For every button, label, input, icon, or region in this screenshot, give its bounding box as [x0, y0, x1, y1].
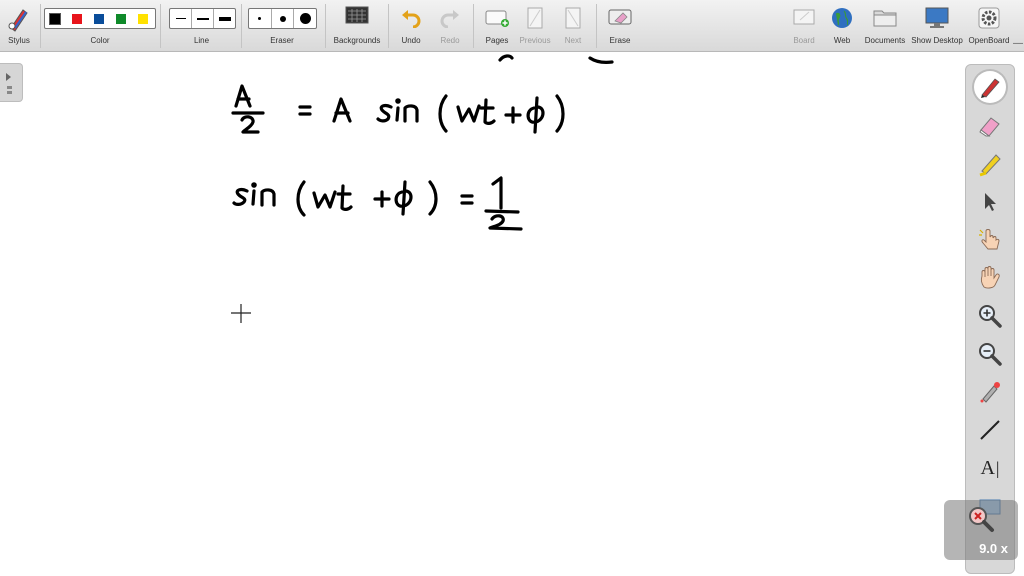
undo-icon — [402, 10, 421, 28]
erase-label: Erase — [609, 36, 631, 45]
web-label: Web — [833, 36, 851, 45]
board-icon — [793, 9, 815, 25]
stylus-label: Stylus — [8, 36, 30, 45]
top-toolbar: Stylus Color Line Eraser Backgrounds Und… — [0, 0, 1024, 52]
text-tool-button[interactable]: A | — [975, 453, 1005, 483]
show-desktop-label: Show Desktop — [911, 36, 963, 45]
zoom-in-icon — [979, 305, 1002, 328]
backgrounds-label: Backgrounds — [333, 36, 381, 45]
interactor-tool-button[interactable] — [975, 225, 1005, 255]
board-button[interactable]: Board — [789, 0, 819, 51]
hand-icon — [980, 266, 1000, 289]
line-medium-button[interactable] — [192, 9, 214, 28]
board-label: Board — [793, 36, 815, 45]
color-swatch-bar — [44, 8, 156, 29]
laser-pointer-icon — [980, 382, 1000, 403]
color-swatch-red[interactable] — [72, 13, 82, 24]
openboard-button[interactable]: OpenBoard — [966, 0, 1012, 51]
pages-label: Pages — [485, 36, 509, 45]
laser-pointer-tool-button[interactable] — [975, 377, 1005, 407]
color-swatch-green[interactable] — [116, 13, 126, 24]
add-page-icon — [485, 10, 509, 27]
stylus-icon — [8, 9, 28, 32]
desktop-icon — [925, 7, 949, 28]
gear-icon — [978, 7, 1000, 29]
undo-button[interactable]: Undo — [396, 0, 426, 51]
zoom-out-icon — [979, 343, 1002, 366]
previous-label: Previous — [519, 36, 551, 45]
interactor-icon — [979, 229, 1000, 250]
eraser-large-button[interactable] — [294, 9, 316, 28]
zoom-level-text: 9.0 x — [979, 541, 1008, 556]
next-button[interactable]: Next — [558, 0, 588, 51]
redo-icon — [440, 10, 459, 28]
color-label: Color — [90, 36, 110, 45]
eraser-small-button[interactable] — [249, 9, 272, 28]
magnifier-icon — [969, 507, 994, 532]
stylus-button[interactable]: Stylus — [2, 0, 36, 51]
hand-tool-button[interactable] — [975, 263, 1005, 293]
selector-icon — [985, 193, 996, 211]
eraser-tool-button[interactable] — [975, 111, 1005, 141]
next-page-icon — [565, 7, 581, 29]
pages-button[interactable]: Pages — [481, 0, 513, 51]
whiteboard-canvas[interactable] — [0, 52, 1024, 576]
eraser-medium-button[interactable] — [272, 9, 295, 28]
marker-icon — [979, 154, 1001, 177]
marker-tool-button[interactable] — [975, 149, 1005, 179]
previous-button[interactable]: Previous — [518, 0, 552, 51]
window-minimize-icon[interactable]: — — [1013, 38, 1023, 49]
backgrounds-button[interactable]: Backgrounds — [330, 0, 384, 51]
erase-button[interactable]: Erase — [604, 0, 636, 51]
pen-tool-button[interactable] — [974, 71, 1006, 103]
zoom-in-tool-button[interactable] — [975, 301, 1005, 331]
text-cursor-icon: | — [995, 457, 1000, 478]
backgrounds-icon — [345, 6, 369, 24]
crosshair-cursor — [231, 304, 251, 323]
undo-label: Undo — [401, 36, 421, 45]
line-thin-button[interactable] — [170, 9, 192, 28]
eraser-size-group: Eraser — [246, 0, 318, 51]
zoom-indicator: 9.0 x — [944, 500, 1018, 560]
openboard-label: OpenBoard — [968, 36, 1010, 45]
color-swatch-yellow[interactable] — [138, 13, 148, 24]
eraser-label: Eraser — [270, 36, 294, 45]
next-label: Next — [564, 36, 582, 45]
zoom-out-tool-button[interactable] — [975, 339, 1005, 369]
color-group: Color — [44, 0, 156, 51]
eraser-icon — [979, 117, 1000, 137]
line-icon — [980, 420, 1000, 440]
line-tool-button[interactable] — [975, 415, 1005, 445]
folder-icon — [873, 10, 897, 27]
line-label: Line — [193, 36, 210, 45]
show-desktop-button[interactable]: Show Desktop — [910, 0, 964, 51]
globe-icon — [832, 8, 852, 28]
erase-board-icon — [608, 9, 632, 25]
documents-button[interactable]: Documents — [861, 0, 909, 51]
line-group: Line — [167, 0, 236, 51]
previous-page-icon — [527, 7, 543, 29]
expand-arrow-icon — [6, 73, 12, 94]
stylus-palette: A | — [965, 64, 1015, 574]
color-swatch-black[interactable] — [49, 12, 61, 25]
text-icon: A — [980, 456, 995, 479]
redo-label: Redo — [440, 36, 460, 45]
line-thick-button[interactable] — [214, 9, 235, 28]
documents-label: Documents — [864, 36, 906, 45]
web-button[interactable]: Web — [828, 0, 856, 51]
redo-button[interactable]: Redo — [435, 0, 465, 51]
left-panel-toggle[interactable] — [0, 63, 23, 102]
color-swatch-blue[interactable] — [94, 13, 104, 24]
selector-tool-button[interactable] — [975, 187, 1005, 217]
handwriting-strokes — [231, 54, 614, 231]
pen-icon — [981, 78, 1000, 98]
